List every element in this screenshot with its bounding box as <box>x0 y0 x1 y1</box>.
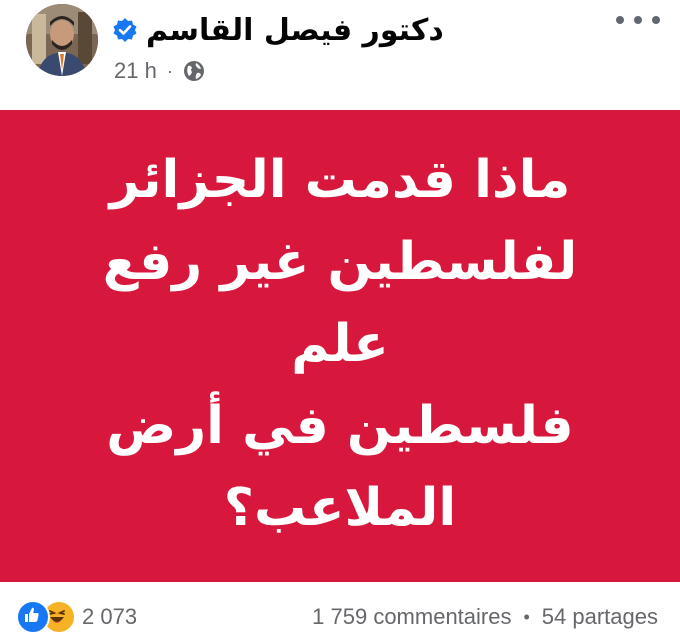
more-options-icon[interactable] <box>616 10 660 30</box>
post-meta: 21 h · <box>114 56 205 86</box>
author-row: دكتور فيصل القاسم <box>112 10 444 50</box>
facebook-post: دكتور فيصل القاسم 21 h · ماذا قدمت الجزا… <box>0 0 680 640</box>
post-text-card[interactable]: ماذا قدمت الجزائر لفلسطين غير رفع علم فل… <box>0 110 680 582</box>
post-text-line: ماذا قدمت الجزائر <box>109 150 571 210</box>
menu-dot <box>616 16 624 24</box>
author-name[interactable]: دكتور فيصل القاسم <box>146 13 444 48</box>
avatar-photo <box>26 4 98 76</box>
post-time[interactable]: 21 h <box>114 58 157 84</box>
comments-count-link[interactable]: 1 759 commentaires <box>312 604 511 630</box>
menu-dot <box>652 16 660 24</box>
engagement-stats: 1 759 commentaires • 54 partages <box>312 604 658 630</box>
post-text-line: الملاعب؟ <box>223 478 457 538</box>
like-icon <box>16 600 50 634</box>
post-text-line: لفلسطين غير رفع علم <box>102 232 578 374</box>
reactions-summary[interactable]: 2 073 <box>16 600 137 634</box>
menu-dot <box>634 16 642 24</box>
stats-separator: • <box>523 606 530 627</box>
post-footer: 2 073 1 759 commentaires • 54 partages <box>0 598 680 638</box>
meta-separator: · <box>166 60 173 81</box>
author-avatar[interactable] <box>26 4 98 76</box>
post-text-line: فلسطين في أرض <box>106 396 574 456</box>
post-text: ماذا قدمت الجزائر لفلسطين غير رفع علم فل… <box>90 139 590 549</box>
verified-badge-icon <box>112 17 138 43</box>
globe-icon[interactable] <box>183 60 205 82</box>
shares-count-link[interactable]: 54 partages <box>542 604 658 630</box>
reaction-count: 2 073 <box>82 604 138 629</box>
